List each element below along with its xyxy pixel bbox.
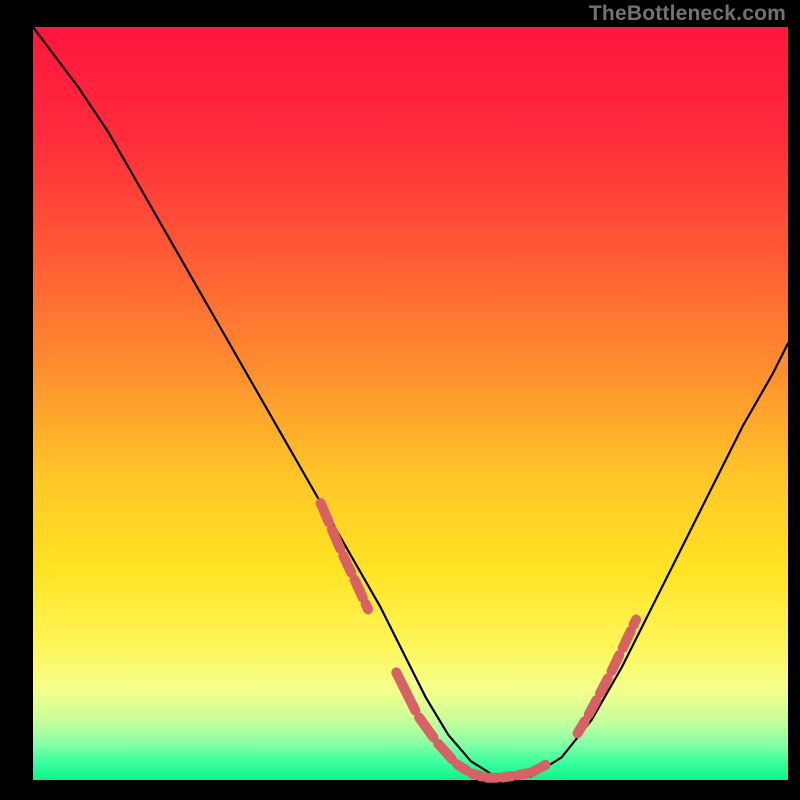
curve-marker (543, 765, 546, 766)
chart-stage: TheBottleneck.com (0, 0, 800, 800)
curve-marker (611, 655, 619, 671)
curve-marker (502, 776, 512, 777)
curve-marker (472, 774, 482, 777)
curve-marker (600, 678, 608, 693)
curve-marker (634, 620, 637, 625)
attribution-label: TheBottleneck.com (589, 2, 786, 26)
curve-marker (366, 604, 369, 610)
curve-marker (589, 700, 597, 714)
curve-marker (532, 768, 539, 772)
curve-marker (517, 773, 527, 775)
curve-marker (578, 721, 585, 733)
curve-marker (457, 764, 467, 770)
chart-canvas (0, 0, 800, 800)
